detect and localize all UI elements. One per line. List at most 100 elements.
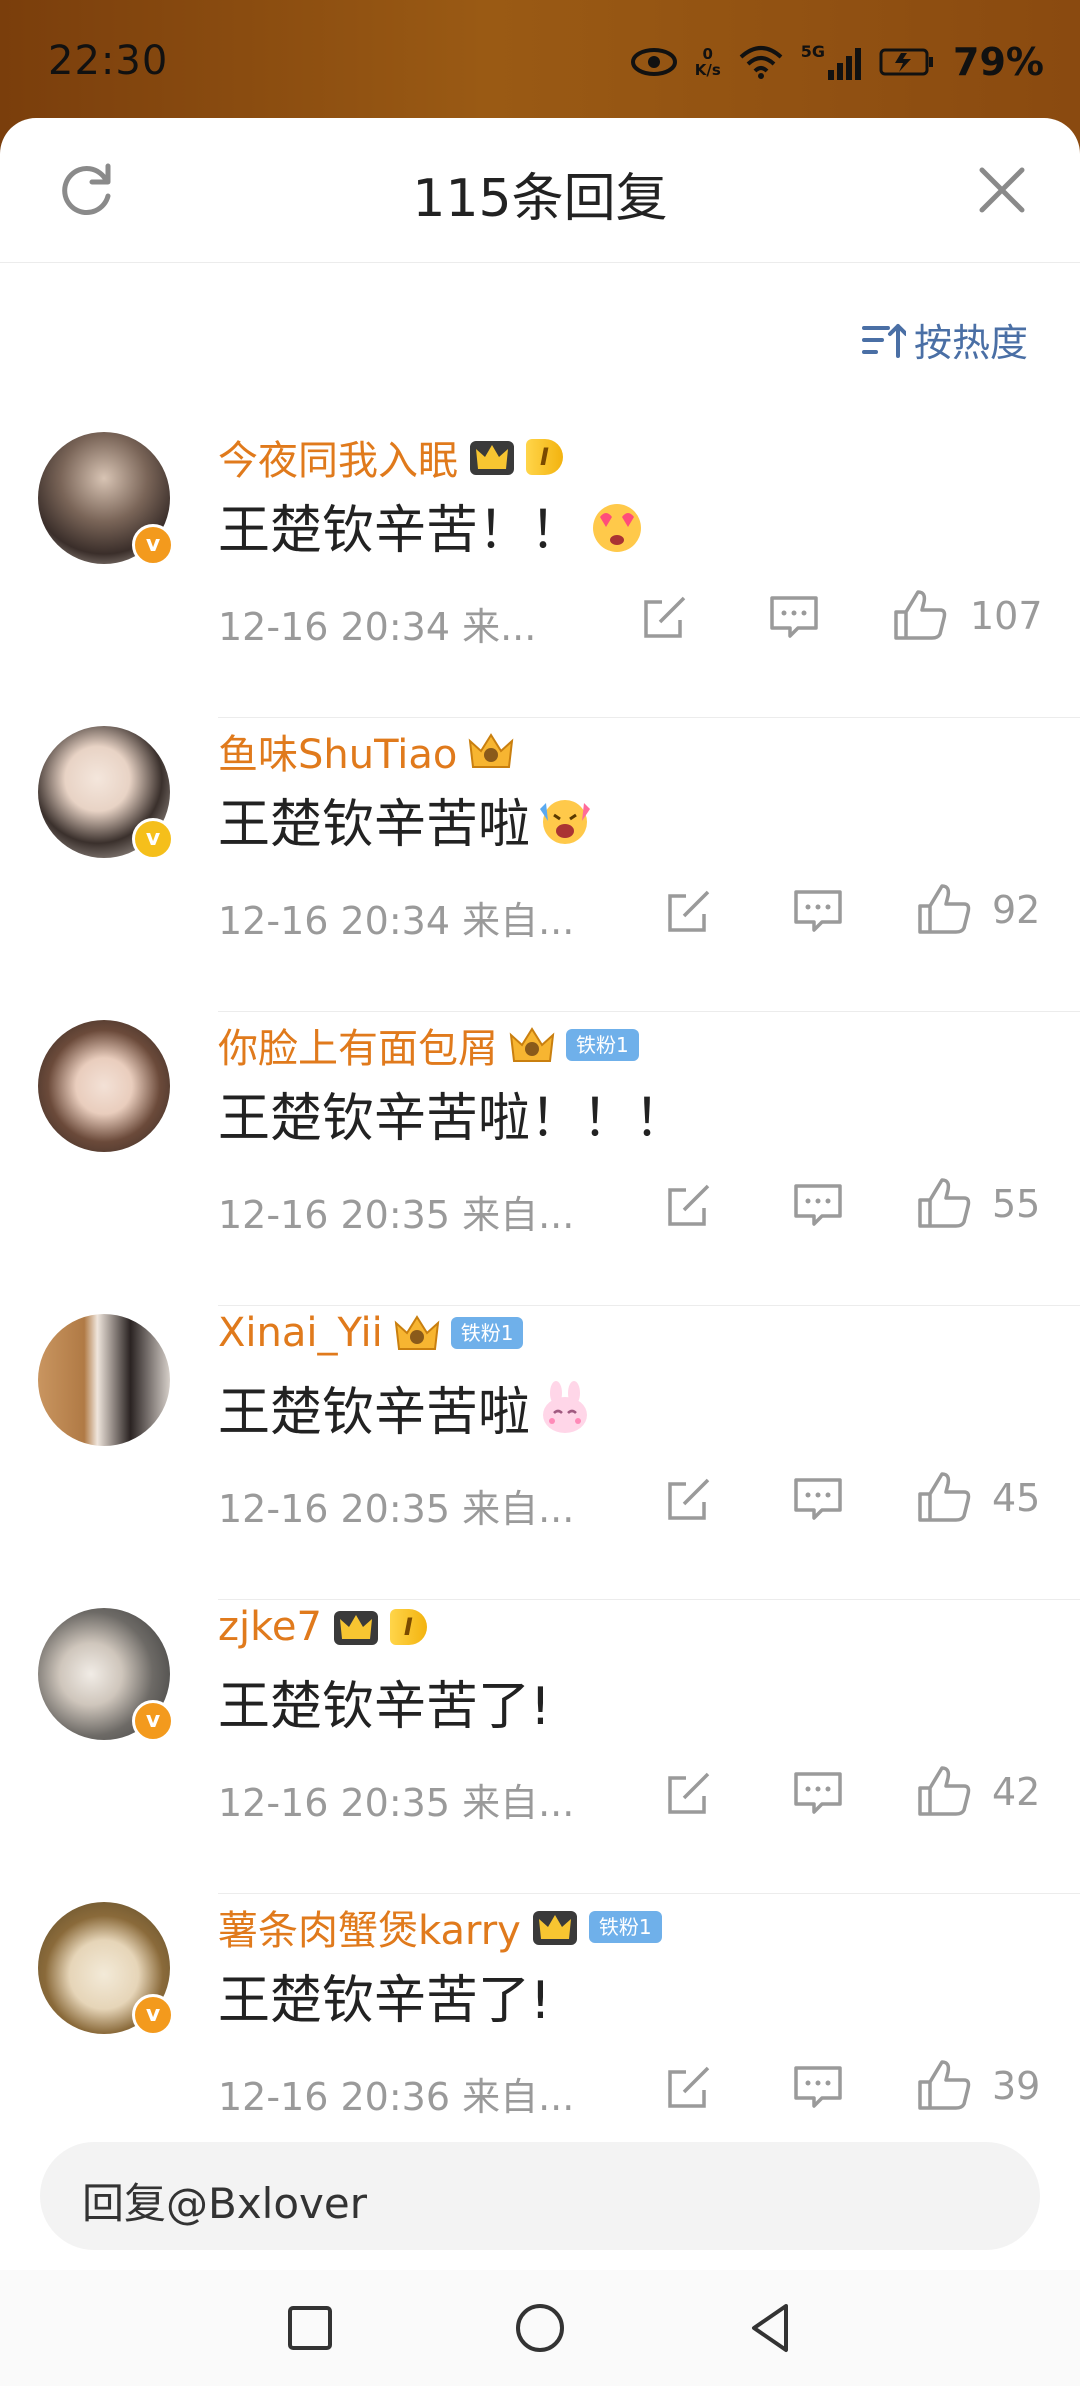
comment-item: 你脸上有面包屑 铁粉1 王楚钦辛苦啦！！！ 12-16 20:35 来自... … xyxy=(0,1012,1080,1306)
level-badge: I xyxy=(389,1609,427,1645)
comment-item: v 今夜同我入眠 I 王楚钦辛苦！！ 12-16 20:34 来... 107 xyxy=(0,424,1080,718)
comment-text-row: 王楚钦辛苦啦 xyxy=(218,1370,594,1445)
comment-item: v 鱼味ShuTiao 王楚钦辛苦啦 12-16 20:34 来自... 92 xyxy=(0,718,1080,1012)
comment-text: 王楚钦辛苦了! xyxy=(218,1677,551,1737)
page-title: 115条回复 xyxy=(412,169,668,229)
like-count: 107 xyxy=(970,594,1043,638)
comment-item: v zjke7 I 王楚钦辛苦了! 12-16 20:35 来自... 42 xyxy=(0,1600,1080,1894)
comment-icon[interactable] xyxy=(792,1770,844,1816)
heart-eyes-emoji xyxy=(593,503,642,552)
sort-label: 按热度 xyxy=(913,321,1028,365)
crown-icon xyxy=(333,1611,378,1645)
crown-icon xyxy=(509,1027,555,1062)
repost-icon[interactable] xyxy=(664,1768,714,1818)
username[interactable]: 你脸上有面包屑 xyxy=(218,1016,498,1074)
verified-badge: v xyxy=(132,524,174,566)
like-icon[interactable] xyxy=(892,588,948,642)
user-row: zjke7 I xyxy=(218,1604,427,1650)
like-icon[interactable] xyxy=(916,1764,972,1818)
username[interactable]: Xinai_Yii xyxy=(218,1310,383,1356)
username[interactable]: zjke7 xyxy=(218,1604,322,1650)
comment-item: Xinai_Yii 铁粉1 王楚钦辛苦啦 12-16 20:35 来自... 4… xyxy=(0,1306,1080,1600)
fan-badge: 铁粉1 xyxy=(566,1029,639,1061)
comment-text-row: 王楚钦辛苦啦！！！ xyxy=(218,1076,686,1151)
comment-icon[interactable] xyxy=(792,1182,844,1228)
comment-text: 王楚钦辛苦啦！！！ xyxy=(218,1089,687,1149)
verified-badge: v xyxy=(132,1700,174,1742)
comment-text-row: 王楚钦辛苦！！ xyxy=(218,488,646,563)
signal-icon: 5G xyxy=(801,44,862,80)
like-count: 39 xyxy=(992,2064,1041,2108)
battery-icon xyxy=(879,48,934,76)
comment-text-row: 王楚钦辛苦了! xyxy=(218,1958,551,2033)
like-icon[interactable] xyxy=(916,1470,972,1524)
comment-icon[interactable] xyxy=(792,1476,844,1522)
triangle-back-icon[interactable] xyxy=(740,2298,800,2358)
net-speed: 0 K/s xyxy=(694,45,721,79)
user-row: 鱼味ShuTiao xyxy=(218,722,515,780)
verified-badge: v xyxy=(132,818,174,860)
user-row: 你脸上有面包屑 铁粉1 xyxy=(218,1016,639,1074)
system-nav-bar xyxy=(0,2270,1080,2386)
verified-badge: v xyxy=(132,1994,174,2036)
like-icon[interactable] xyxy=(916,882,972,936)
comment-text-row: 王楚钦辛苦啦 xyxy=(218,782,594,857)
crown-icon xyxy=(532,1911,577,1945)
sheet-header: 115条回复 xyxy=(0,118,1080,263)
repost-icon[interactable] xyxy=(664,1180,714,1230)
like-icon[interactable] xyxy=(916,2058,972,2112)
avatar[interactable] xyxy=(38,1020,170,1152)
level-badge: I xyxy=(526,439,563,475)
status-bar: 22:30 0 K/s 5G 79% xyxy=(0,0,1080,120)
cheering-emoji xyxy=(540,799,591,844)
status-icons: 0 K/s 5G 79% xyxy=(630,40,1044,84)
like-count: 45 xyxy=(992,1476,1041,1520)
square-icon[interactable] xyxy=(280,2298,340,2358)
fan-badge: 铁粉1 xyxy=(588,1911,662,1943)
comment-text: 王楚钦辛苦啦 xyxy=(218,1383,531,1443)
battery-level: 79% xyxy=(953,40,1044,84)
username[interactable]: 鱼味ShuTiao xyxy=(218,722,457,780)
comment-text: 王楚钦辛苦！！ xyxy=(218,501,583,561)
bunny-emoji xyxy=(543,1380,588,1433)
wifi-icon xyxy=(739,46,783,79)
comment-meta: 12-16 20:35 来自... xyxy=(218,1193,575,1237)
avatar[interactable] xyxy=(38,1314,170,1446)
comment-icon[interactable] xyxy=(792,888,844,934)
status-time: 22:30 xyxy=(48,38,169,84)
username[interactable]: 今夜同我入眠 xyxy=(218,428,458,486)
crown-icon xyxy=(469,733,514,768)
crown-icon xyxy=(470,441,514,475)
user-row: Xinai_Yii 铁粉1 xyxy=(218,1310,524,1356)
comment-meta: 12-16 20:36 来自... xyxy=(218,2075,575,2119)
repost-icon[interactable] xyxy=(664,1474,714,1524)
sort-icon xyxy=(861,323,906,358)
comment-meta: 12-16 20:34 来自... xyxy=(218,899,575,943)
comment-item: v 薯条肉蟹煲karry 铁粉1 王楚钦辛苦了! 12-16 20:36 来自.… xyxy=(0,1894,1080,2144)
comment-icon[interactable] xyxy=(768,594,820,640)
like-icon[interactable] xyxy=(916,1176,972,1230)
eye-icon xyxy=(630,48,677,76)
comment-meta: 12-16 20:35 来自... xyxy=(218,1487,575,1531)
crown-icon xyxy=(394,1315,440,1350)
like-count: 55 xyxy=(992,1182,1041,1226)
like-count: 42 xyxy=(992,1770,1041,1814)
repost-icon[interactable] xyxy=(664,886,714,936)
comment-text: 王楚钦辛苦啦 xyxy=(218,795,531,855)
reply-placeholder: 回复@Bxlover xyxy=(82,2179,367,2228)
repost-icon[interactable] xyxy=(640,592,690,642)
circle-icon[interactable] xyxy=(510,2298,570,2358)
user-row: 薯条肉蟹煲karry 铁粉1 xyxy=(218,1898,662,1956)
comment-meta: 12-16 20:34 来... xyxy=(218,605,537,649)
comment-text: 王楚钦辛苦了! xyxy=(218,1971,551,2031)
fan-badge: 铁粉1 xyxy=(450,1317,524,1349)
replies-sheet: 115条回复 按热度 v 今夜同我入眠 I 王楚钦辛苦！！ 12-16 20:3… xyxy=(0,118,1080,2386)
comment-icon[interactable] xyxy=(792,2064,844,2110)
repost-icon[interactable] xyxy=(664,2062,714,2112)
like-count: 92 xyxy=(992,888,1041,932)
sort-button[interactable]: 按热度 xyxy=(861,312,1028,367)
username[interactable]: 薯条肉蟹煲karry xyxy=(218,1898,521,1956)
reply-input[interactable]: 回复@Bxlover xyxy=(40,2142,1040,2250)
close-icon[interactable] xyxy=(976,164,1028,216)
user-row: 今夜同我入眠 I xyxy=(218,428,563,486)
